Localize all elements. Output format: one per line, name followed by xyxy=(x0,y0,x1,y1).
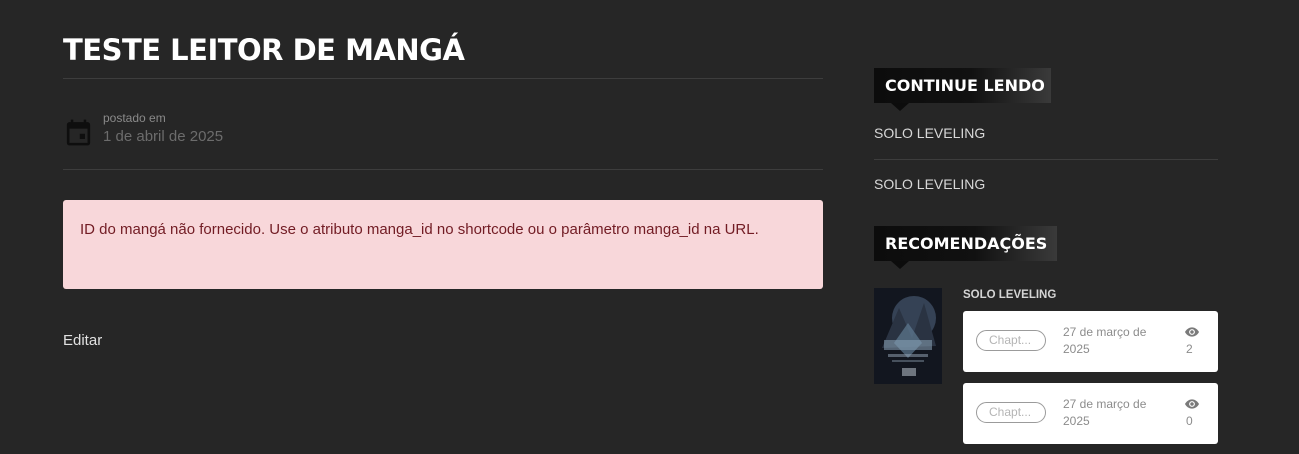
error-alert: ID do mangá não fornecido. Use o atribut… xyxy=(63,200,823,289)
posted-date: 1 de abril de 2025 xyxy=(103,128,224,145)
continue-item[interactable]: SOLO LEVELING xyxy=(874,176,985,192)
manga-cover-thumbnail[interactable] xyxy=(874,288,942,384)
chapter-date: 27 de março de 2025 xyxy=(1063,397,1147,428)
recommendations-title: RECOMENDAÇÕES xyxy=(874,226,1057,269)
continue-reading-title: CONTINUE LENDO xyxy=(874,68,1051,111)
meta-divider xyxy=(63,169,823,170)
chapter-card: Chapt... 27 de março de 2025 2 xyxy=(963,311,1218,372)
cover-art xyxy=(874,288,942,384)
eye-icon xyxy=(1185,327,1199,337)
view-count: 2 xyxy=(1186,342,1193,356)
title-divider xyxy=(63,78,823,79)
recommendation-title[interactable]: SOLO LEVELING xyxy=(963,289,1056,301)
chapter-button[interactable]: Chapt... xyxy=(976,402,1046,423)
chapter-card: Chapt... 27 de março de 2025 0 xyxy=(963,383,1218,444)
post-meta: postado em 1 de abril de 2025 xyxy=(63,110,363,150)
chapter-button[interactable]: Chapt... xyxy=(976,330,1046,351)
view-count: 0 xyxy=(1186,414,1193,428)
eye-icon xyxy=(1185,399,1199,409)
page-title: TESTE LEITOR DE MANGÁ xyxy=(63,33,465,67)
continue-item[interactable]: SOLO LEVELING xyxy=(874,125,985,141)
posted-label: postado em xyxy=(103,111,166,125)
edit-link[interactable]: Editar xyxy=(63,332,102,349)
chapter-date: 27 de março de 2025 xyxy=(1063,325,1147,356)
calendar-icon xyxy=(66,119,91,146)
continue-divider xyxy=(874,159,1218,160)
